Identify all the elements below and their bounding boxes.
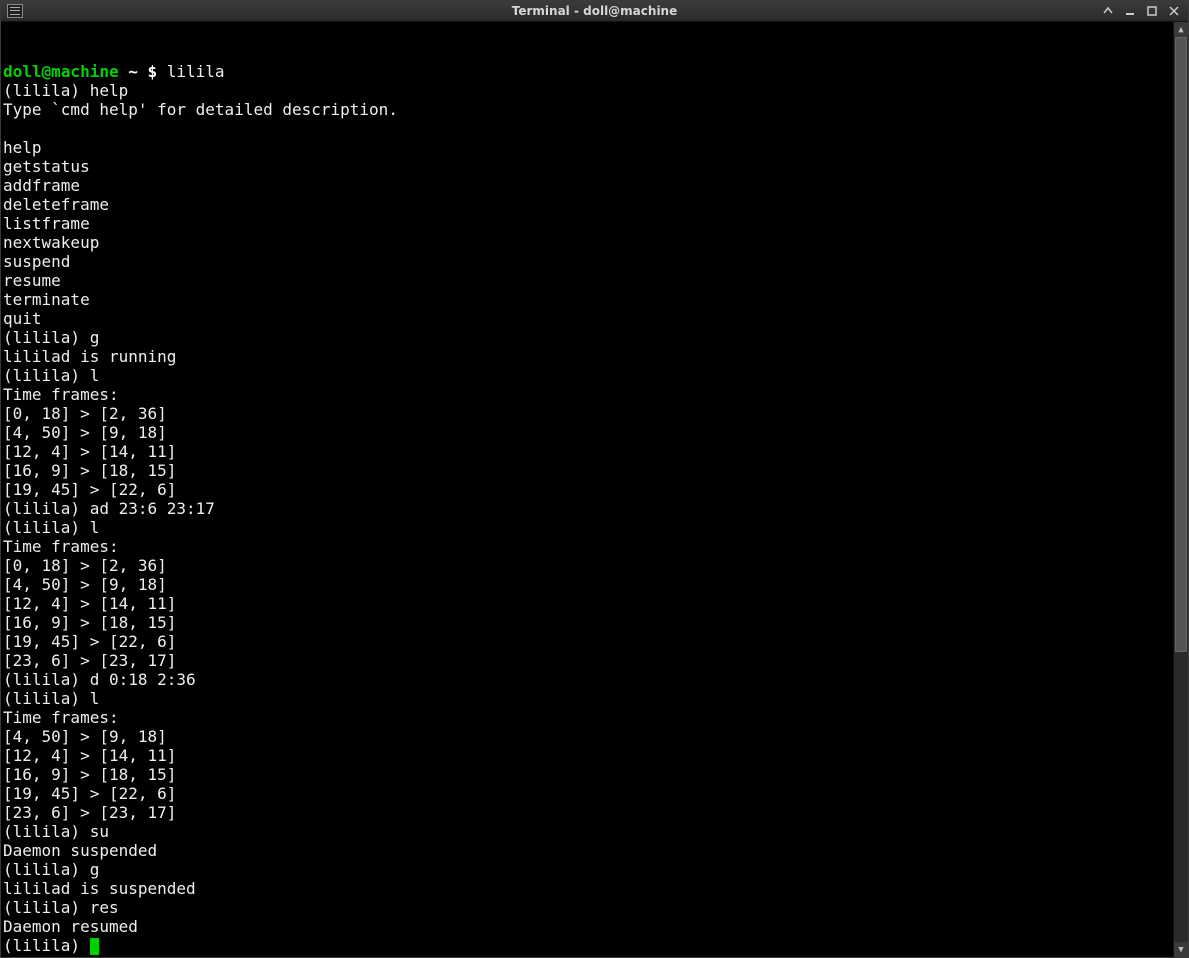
repl-cmd: l [90,689,100,708]
terminal-icon [7,4,23,18]
frame-row: [16, 9] > [18, 15] [3,613,176,632]
minimize-button[interactable] [1122,3,1138,19]
repl-cmd: l [90,518,100,537]
help-cmd: terminate [3,290,90,309]
frame-row: [0, 18] > [2, 36] [3,556,167,575]
scrollbar[interactable]: ▲ ▼ [1173,22,1188,957]
repl-cmd: help [90,81,129,100]
prompt-symbol: $ [148,62,167,81]
frame-row: [19, 45] > [22, 6] [3,632,176,651]
terminal-output[interactable]: doll@machine ~ $ lilila (lilila) help Ty… [1,22,1173,957]
repl-prefix: (lilila) [3,670,90,689]
frame-row: [23, 6] > [23, 17] [3,803,176,822]
frame-row: [4, 50] > [9, 18] [3,423,167,442]
repl-prefix: (lilila) [3,81,90,100]
prompt-user-host: doll@machine [3,62,119,81]
frame-row: [16, 9] > [18, 15] [3,461,176,480]
prompt-path: ~ [119,62,148,81]
frame-row: [12, 4] > [14, 11] [3,442,176,461]
repl-cmd: su [90,822,109,841]
repl-cmd: res [90,898,119,917]
repl-cmd: l [90,366,100,385]
help-cmd: getstatus [3,157,90,176]
scroll-down-button[interactable]: ▼ [1174,942,1188,957]
help-hint: Type `cmd help' for detailed description… [3,100,398,119]
help-cmd: addframe [3,176,80,195]
frame-row: [23, 6] > [23, 17] [3,651,176,670]
frame-row: [4, 50] > [9, 18] [3,727,167,746]
repl-cmd: g [90,860,100,879]
maximize-button[interactable] [1144,3,1160,19]
frame-row: [19, 45] > [22, 6] [3,480,176,499]
output-line: lililad is running [3,347,176,366]
repl-prefix: (lilila) [3,689,90,708]
frame-row: [16, 9] > [18, 15] [3,765,176,784]
output-line: Daemon resumed [3,917,138,936]
output-line: Time frames: [3,537,119,556]
output-line: lililad is suspended [3,879,196,898]
frame-row: [12, 4] > [14, 11] [3,594,176,613]
repl-prefix: (lilila) [3,898,90,917]
titlebar: Terminal - doll@machine [1,1,1188,22]
prompt-command: lilila [167,62,225,81]
repl-prefix: (lilila) [3,936,90,955]
help-cmd: listframe [3,214,90,233]
output-line: Daemon suspended [3,841,157,860]
frame-row: [4, 50] > [9, 18] [3,575,167,594]
repl-cmd: g [90,328,100,347]
repl-prefix: (lilila) [3,499,90,518]
repl-prefix: (lilila) [3,860,90,879]
terminal-window: Terminal - doll@machine doll@machine ~ $… [0,0,1189,958]
shade-up-button[interactable] [1100,3,1116,19]
repl-cmd: ad 23:6 23:17 [90,499,215,518]
help-cmd: suspend [3,252,70,271]
window-title: Terminal - doll@machine [1,4,1188,18]
scroll-track[interactable] [1174,37,1188,942]
cursor [90,938,99,955]
help-cmd: quit [3,309,42,328]
frame-row: [12, 4] > [14, 11] [3,746,176,765]
output-line: Time frames: [3,385,119,404]
repl-prefix: (lilila) [3,518,90,537]
scroll-thumb[interactable] [1175,37,1187,652]
help-cmd: resume [3,271,61,290]
frame-row: [19, 45] > [22, 6] [3,784,176,803]
frame-row: [0, 18] > [2, 36] [3,404,167,423]
help-cmd: deleteframe [3,195,109,214]
output-line: Time frames: [3,708,119,727]
help-cmd: help [3,138,42,157]
scroll-up-button[interactable]: ▲ [1174,22,1188,37]
help-cmd: nextwakeup [3,233,99,252]
repl-prefix: (lilila) [3,822,90,841]
repl-prefix: (lilila) [3,366,90,385]
repl-cmd: d 0:18 2:36 [90,670,196,689]
repl-prefix: (lilila) [3,328,90,347]
close-button[interactable] [1166,3,1182,19]
